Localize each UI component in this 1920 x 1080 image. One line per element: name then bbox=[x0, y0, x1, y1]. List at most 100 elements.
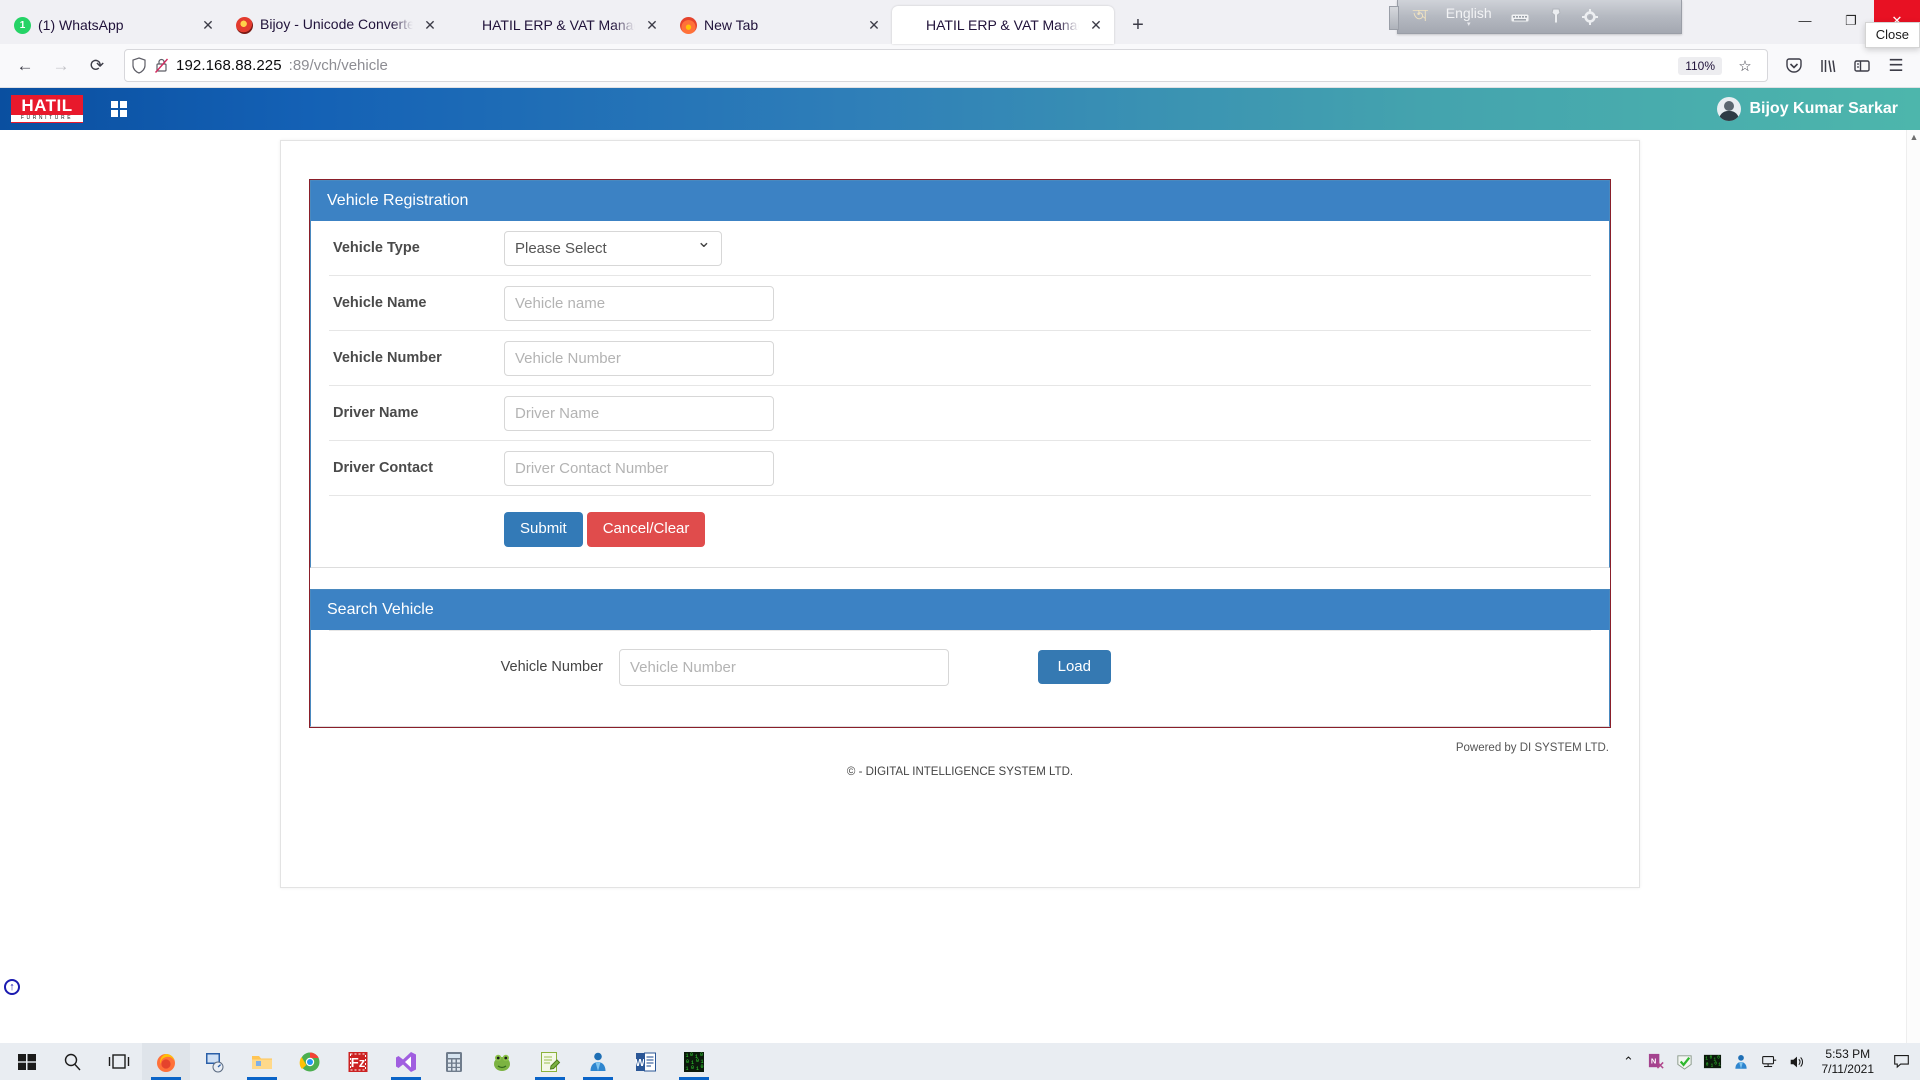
volume-glyph bbox=[1790, 1056, 1803, 1067]
taskbar-app-file-explorer[interactable] bbox=[238, 1043, 286, 1080]
matrix-app-icon: 1010 0101 1010 bbox=[684, 1051, 704, 1072]
bangla-glyph-icon[interactable]: অ bbox=[1404, 3, 1437, 31]
svg-text:N: N bbox=[1651, 1056, 1656, 1065]
taskbar-app-visual-studio[interactable] bbox=[382, 1043, 430, 1080]
keyboard-glyph bbox=[1510, 13, 1530, 22]
load-button[interactable]: Load bbox=[1037, 649, 1111, 685]
browser-tab-active[interactable]: HATIL ERP & VAT Management Syst ✕ bbox=[892, 6, 1114, 44]
cancel-clear-button[interactable]: Cancel/Clear bbox=[586, 512, 706, 547]
new-tab-button[interactable]: + bbox=[1122, 9, 1154, 41]
language-selector[interactable]: English ▾ bbox=[1437, 3, 1501, 31]
page-scrollbar[interactable]: ▲ bbox=[1906, 130, 1920, 1043]
tools-icon[interactable] bbox=[1539, 3, 1573, 31]
zoom-level-badge[interactable]: 110% bbox=[1678, 56, 1722, 75]
svg-text:0: 0 bbox=[1706, 1062, 1709, 1067]
form-row-vehicle-type: Vehicle Type Please Select bbox=[329, 221, 1591, 276]
taskbar-app-blue-person[interactable] bbox=[574, 1043, 622, 1080]
shield-icon[interactable] bbox=[131, 57, 147, 74]
sidebar-icon[interactable] bbox=[1846, 50, 1878, 82]
hatil-logo[interactable]: HATIL FURNITURE bbox=[11, 95, 83, 123]
frog-app-icon bbox=[494, 1054, 510, 1071]
word-icon: W bbox=[635, 1052, 656, 1071]
taskbar-app-word[interactable]: W bbox=[622, 1043, 670, 1080]
vehicle-number-input[interactable] bbox=[504, 340, 774, 376]
blank-favicon-icon bbox=[902, 17, 919, 34]
forward-button: → bbox=[52, 55, 70, 75]
browser-tab[interactable]: Bijoy - Unicode Converter | বিজ ✕ bbox=[226, 6, 448, 44]
shield-check-icon[interactable] bbox=[1672, 1043, 1698, 1080]
browser-tab[interactable]: 1 (1) WhatsApp ✕ bbox=[4, 6, 226, 44]
whatsapp-icon: 1 bbox=[14, 16, 31, 34]
driver-contact-input[interactable] bbox=[504, 450, 774, 486]
onenote-clipper-icon[interactable]: N bbox=[1644, 1043, 1670, 1080]
driver-name-input[interactable] bbox=[504, 395, 774, 431]
bookmark-star-icon[interactable]: ☆ bbox=[1729, 50, 1761, 82]
taskbar-app-calculator[interactable] bbox=[430, 1043, 478, 1080]
pocket-icon[interactable] bbox=[1778, 50, 1810, 82]
taskbar-app-notepad-plus[interactable] bbox=[526, 1043, 574, 1080]
taskbar-app-firefox[interactable] bbox=[142, 1043, 190, 1080]
keyboard-icon[interactable] bbox=[1501, 3, 1539, 31]
vehicle-type-select[interactable]: Please Select bbox=[504, 230, 722, 266]
firefox-icon bbox=[157, 1053, 175, 1072]
url-bar[interactable]: 192.168.88.225:89/vch/vehicle 110% ☆ bbox=[124, 49, 1768, 82]
gear-icon[interactable] bbox=[1573, 3, 1607, 31]
scroll-to-top-icon[interactable]: ↑ bbox=[4, 979, 20, 995]
browser-tab[interactable]: HATIL ERP & VAT Management Syst ✕ bbox=[448, 6, 670, 44]
notification-icon[interactable] bbox=[1886, 1043, 1916, 1080]
tab-title: New Tab bbox=[704, 17, 759, 33]
user-menu[interactable]: Bijoy Kumar Sarkar bbox=[1717, 97, 1920, 121]
start-icon bbox=[18, 1053, 36, 1070]
volume-icon[interactable] bbox=[1784, 1043, 1810, 1080]
taskbar-app-chrome[interactable] bbox=[286, 1043, 334, 1080]
blue-person-tray-icon[interactable] bbox=[1728, 1043, 1754, 1080]
svg-text:0: 0 bbox=[700, 1052, 703, 1058]
label-vehicle-name: Vehicle Name bbox=[333, 295, 427, 311]
apps-grid-icon[interactable] bbox=[111, 101, 127, 117]
avro-language-bar[interactable]: অ English ▾ bbox=[1389, 0, 1682, 34]
library-icon[interactable] bbox=[1812, 50, 1844, 82]
form-row-actions: Submit Cancel/Clear bbox=[329, 496, 1591, 567]
taskbar-app-frog[interactable] bbox=[478, 1043, 526, 1080]
reload-button[interactable]: ⟳ bbox=[80, 49, 114, 83]
app-menu-button[interactable]: ☰ bbox=[1880, 50, 1912, 82]
svg-text:0: 0 bbox=[1717, 1056, 1720, 1061]
firefox-icon bbox=[680, 16, 697, 34]
window-controls: — ❐ ✕ Close bbox=[1782, 0, 1920, 48]
tray-overflow-button[interactable]: ⌃ bbox=[1616, 1043, 1642, 1080]
close-icon[interactable]: ✕ bbox=[420, 15, 440, 35]
back-button[interactable]: ← bbox=[8, 49, 42, 83]
start-button[interactable] bbox=[4, 1043, 50, 1080]
task-view-button[interactable] bbox=[96, 1043, 142, 1080]
close-icon[interactable]: ✕ bbox=[198, 15, 218, 35]
network-icon[interactable] bbox=[1756, 1043, 1782, 1080]
tools-glyph bbox=[1551, 8, 1561, 24]
visual-studio-icon bbox=[396, 1051, 416, 1072]
vehicle-registration-panel: Vehicle Registration Vehicle Type Please… bbox=[310, 180, 1610, 568]
taskbar-app-matrix[interactable]: 1010 0101 1010 bbox=[670, 1043, 718, 1080]
matrix-tray-icon[interactable]: 1010 0101 bbox=[1700, 1043, 1726, 1080]
clock[interactable]: 5:53 PM 7/11/2021 bbox=[1812, 1047, 1885, 1077]
svg-text:1: 1 bbox=[686, 1066, 689, 1072]
action-buttons: Submit Cancel/Clear bbox=[504, 496, 1591, 567]
submit-button[interactable]: Submit bbox=[504, 512, 583, 547]
close-icon[interactable]: ✕ bbox=[1086, 15, 1106, 35]
chrome-icon bbox=[299, 1051, 320, 1071]
close-icon[interactable]: ✕ bbox=[642, 15, 662, 35]
search-button[interactable] bbox=[50, 1043, 96, 1080]
browser-tab[interactable]: New Tab ✕ bbox=[670, 6, 892, 44]
svg-text:0: 0 bbox=[1710, 1056, 1713, 1061]
search-vehicle-number-input[interactable] bbox=[619, 648, 949, 686]
control-vehicle-number bbox=[504, 340, 1591, 376]
scroll-up-arrow-icon[interactable]: ▲ bbox=[1907, 130, 1920, 144]
windows-taskbar: Fz W 1 0 1 0 0 1 0 1 1 0 1 0 ⌃ N 1 0 1 0… bbox=[0, 1043, 1920, 1080]
close-icon[interactable]: ✕ bbox=[864, 15, 884, 35]
taskbar-app-filezilla[interactable]: Fz bbox=[334, 1043, 382, 1080]
vehicle-name-input[interactable] bbox=[504, 285, 774, 321]
insecure-lock-icon[interactable] bbox=[154, 57, 169, 74]
label-vehicle-number: Vehicle Number bbox=[333, 350, 442, 366]
minimize-button[interactable]: — bbox=[1782, 0, 1828, 41]
taskbar-app-remote-desktop[interactable] bbox=[190, 1043, 238, 1080]
gear-glyph bbox=[1581, 8, 1598, 25]
form-row-driver-contact: Driver Contact bbox=[329, 441, 1591, 496]
